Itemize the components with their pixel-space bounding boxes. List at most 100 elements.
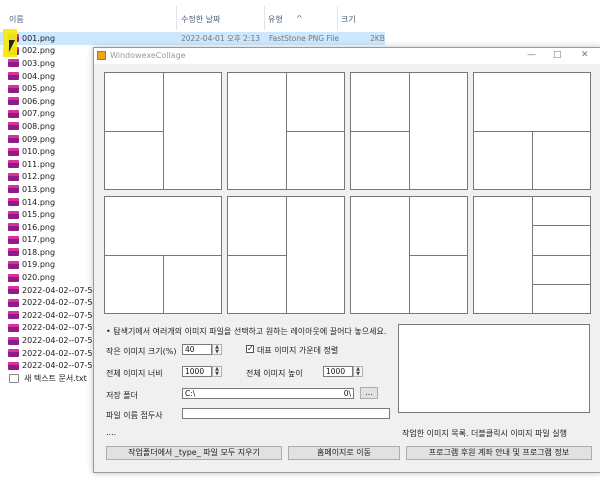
column-divider[interactable] — [337, 6, 338, 30]
file-name: 010.png — [22, 147, 56, 157]
clear-type-files-button[interactable]: 작업폴더에서 _type_ 파일 모두 지우기 — [106, 446, 282, 460]
image-file-icon — [8, 122, 19, 131]
save-folder-tail: 0\ — [343, 389, 351, 398]
image-file-icon — [8, 286, 19, 295]
center-checkbox[interactable]: ✓ — [246, 345, 254, 353]
save-folder-value: C:\ — [185, 389, 196, 398]
file-name: 008.png — [22, 121, 56, 131]
small-size-label: 작은 이미지 크기(%) — [106, 347, 177, 356]
column-type[interactable]: 유형 — [268, 14, 283, 25]
image-file-icon — [8, 361, 19, 370]
save-folder-input[interactable]: C:\ 0\ — [182, 388, 354, 399]
layout-cell[interactable] — [104, 72, 222, 190]
file-name: 002.png — [22, 46, 56, 56]
small-size-spinner[interactable]: ▲ ▼ — [212, 344, 222, 355]
text-file-icon — [9, 373, 19, 383]
image-file-icon — [8, 147, 19, 156]
image-file-icon — [8, 97, 19, 106]
file-name: 014.png — [22, 197, 56, 207]
total-width-input[interactable]: 1000 — [182, 366, 212, 377]
layout-cell[interactable] — [227, 72, 345, 190]
image-file-icon — [8, 160, 19, 169]
image-file-icon — [8, 323, 19, 332]
image-file-icon — [8, 273, 19, 282]
image-file-icon — [8, 235, 19, 244]
layout-cell[interactable] — [350, 72, 468, 190]
column-divider[interactable] — [176, 6, 177, 30]
file-name: 003.png — [22, 58, 56, 68]
image-file-icon — [8, 84, 19, 93]
total-width-spinner[interactable]: ▲ ▼ — [212, 366, 222, 377]
title-bar[interactable]: WindowexeCollage — □ ✕ — [94, 48, 600, 64]
file-name: 007.png — [22, 109, 56, 119]
file-name: 001.png — [22, 33, 56, 43]
image-file-icon — [8, 59, 19, 68]
explorer-column-header: 이름 수정한 날짜 유형 ^ 크기 — [0, 0, 600, 32]
prefix-label: 파일 이름 접두사 — [106, 411, 163, 420]
total-width-label: 전체 이미지 너비 — [106, 369, 163, 378]
small-size-input[interactable]: 40 — [182, 344, 212, 355]
file-row-selected[interactable]: 001.png 2022-04-01 오후 2:13 FastStone PNG F… — [0, 32, 385, 45]
check-icon: ✓ — [247, 344, 254, 353]
file-name: 015.png — [22, 210, 56, 220]
instruction-text: • 탐색기에서 여러개의 이미지 파일을 선택하고 원하는 레이아웃에 끌어다 … — [106, 327, 387, 336]
collage-dialog: WindowexeCollage — □ ✕ • 탐색기에서 여러개의 이미지 … — [93, 47, 600, 473]
sort-caret-icon: ^ — [296, 14, 303, 23]
mouse-pointer-icon — [9, 40, 21, 52]
file-name: 016.png — [22, 222, 56, 232]
app-icon — [97, 51, 106, 60]
homepage-button[interactable]: 홈페이지로 이동 — [288, 446, 400, 460]
result-image-list[interactable] — [398, 324, 590, 413]
file-type: FastStone PNG File — [269, 33, 339, 43]
file-name: 018.png — [22, 247, 56, 257]
minimize-button[interactable]: — — [527, 50, 536, 60]
image-file-icon — [8, 210, 19, 219]
image-file-icon — [8, 223, 19, 232]
browse-button[interactable]: ... — [360, 387, 378, 399]
layout-cell[interactable] — [473, 72, 591, 190]
total-height-label: 전체 이미지 높이 — [246, 369, 303, 378]
image-file-icon — [8, 109, 19, 118]
image-file-icon — [8, 248, 19, 257]
file-name: 009.png — [22, 134, 56, 144]
image-file-icon — [8, 336, 19, 345]
image-file-icon — [8, 349, 19, 358]
layout-cell[interactable] — [227, 196, 345, 314]
close-button[interactable]: ✕ — [581, 50, 589, 60]
image-file-icon — [8, 198, 19, 207]
file-name: 012.png — [22, 172, 56, 182]
total-height-spinner[interactable]: ▲ ▼ — [353, 366, 363, 377]
total-height-input[interactable]: 1000 — [323, 366, 353, 377]
image-file-icon — [8, 135, 19, 144]
image-file-icon — [8, 311, 19, 320]
image-file-icon — [8, 298, 19, 307]
prefix-input[interactable] — [182, 408, 390, 419]
file-name: 011.png — [22, 159, 56, 169]
status-text: .... — [106, 428, 117, 437]
column-divider[interactable] — [264, 6, 265, 30]
layout-cell[interactable] — [104, 196, 222, 314]
image-file-icon — [8, 185, 19, 194]
file-name: 005.png — [22, 84, 56, 94]
layout-cell[interactable] — [350, 196, 468, 314]
image-file-icon — [8, 72, 19, 81]
window-title: WindowexeCollage — [110, 51, 186, 60]
list-caption: 작업한 이미지 목록. 더블클릭시 이미지 파일 실행 — [402, 429, 567, 438]
file-name: 013.png — [22, 184, 56, 194]
maximize-button[interactable]: □ — [553, 50, 562, 60]
program-info-button[interactable]: 프로그램 후원 계좌 안내 및 프로그램 정보 — [406, 446, 592, 460]
file-size: 2KB — [370, 33, 385, 43]
layout-cell[interactable] — [473, 196, 591, 314]
column-size[interactable]: 크기 — [341, 14, 356, 25]
save-folder-label: 저장 폴더 — [106, 391, 138, 400]
file-name: 새 텍스트 문서.txt — [24, 373, 87, 383]
file-name: 020.png — [22, 273, 56, 283]
file-name: 019.png — [22, 260, 56, 270]
column-modified[interactable]: 수정한 날짜 — [181, 14, 220, 25]
image-file-icon — [8, 260, 19, 269]
file-name: 017.png — [22, 235, 56, 245]
image-file-icon — [8, 172, 19, 181]
file-modified: 2022-04-01 오후 2:13 — [181, 33, 260, 43]
file-name: 006.png — [22, 96, 56, 106]
column-name[interactable]: 이름 — [9, 14, 24, 25]
